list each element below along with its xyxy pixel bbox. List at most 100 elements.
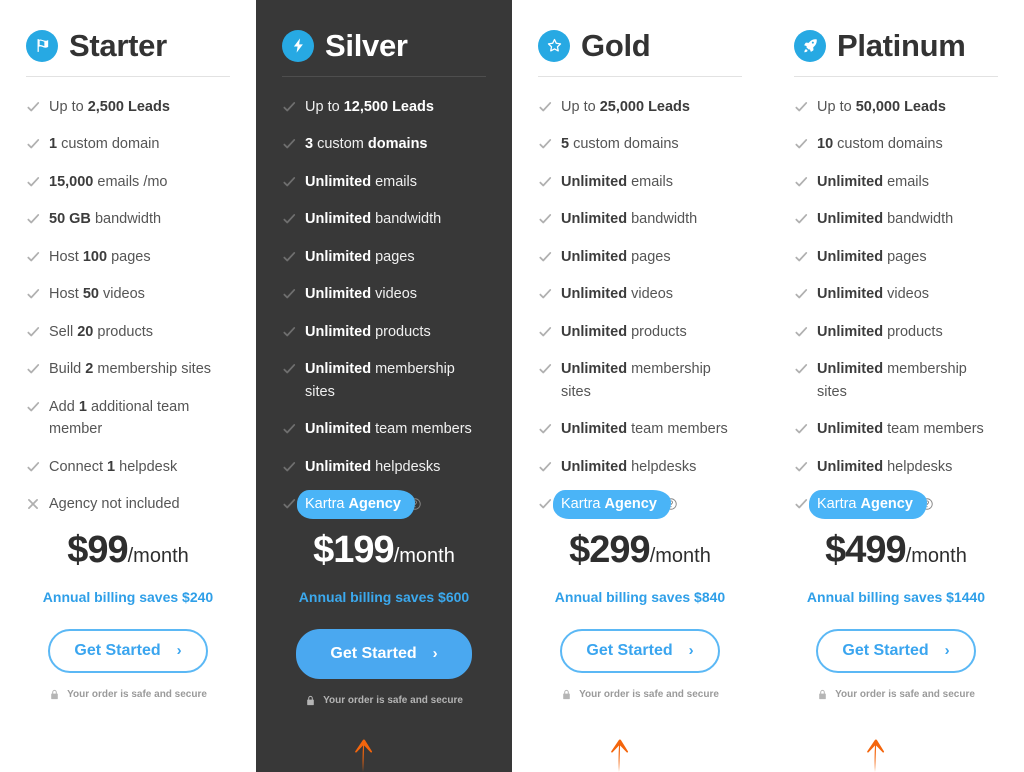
check-icon	[26, 362, 40, 376]
feature-label: Unlimited membership sites	[817, 361, 967, 400]
feature-item: Host 100 pages	[26, 246, 230, 268]
feature-item: Unlimited bandwidth	[794, 208, 998, 230]
feature-item-agency: Kartra Agency	[538, 490, 742, 519]
price-value: $99	[67, 528, 128, 571]
lock-icon	[49, 688, 60, 701]
plan-title: Gold	[581, 28, 651, 63]
price-amount: $299/month	[538, 531, 742, 569]
secure-notice: Your order is safe and secure	[26, 688, 230, 701]
get-started-label: Get Started	[74, 641, 161, 659]
feature-item: Unlimited membership sites	[538, 358, 742, 403]
plan-header: Silver	[282, 0, 486, 62]
plan-column-platinum: Platinum Up to 50,000 Leads 10 custom doma…	[768, 0, 1024, 772]
secure-notice: Your order is safe and secure	[282, 694, 486, 707]
feature-list: Up to 2,500 Leads 1 custom domain 15,000 e…	[26, 96, 230, 516]
feature-item: Unlimited products	[794, 321, 998, 343]
check-icon	[26, 175, 40, 189]
get-started-button[interactable]: Get Started ›	[560, 628, 720, 673]
feature-list: Up to 50,000 Leads 10 custom domains Unlim…	[794, 96, 998, 519]
secure-text: Your order is safe and secure	[835, 688, 975, 700]
feature-item: Up to 2,500 Leads	[26, 96, 230, 118]
feature-item: Unlimited videos	[794, 283, 998, 305]
check-icon	[794, 325, 808, 339]
plan-column-silver: Silver Up to 12,500 Leads 3 custom domains…	[256, 0, 512, 772]
feature-item: Add 1 additional team member	[26, 396, 230, 441]
annual-savings-note: Annual billing saves $600	[298, 588, 470, 605]
feature-item: Unlimited team members	[794, 418, 998, 440]
upward-arrow-annotation	[344, 724, 384, 772]
chevron-right-icon: ›	[176, 642, 182, 660]
lock-icon	[561, 688, 572, 701]
feature-label: Up to 25,000 Leads	[561, 99, 690, 115]
agency-label: Kartra Agency	[305, 496, 401, 513]
feature-label: Unlimited pages	[817, 248, 927, 265]
feature-label: Up to 2,500 Leads	[49, 99, 170, 115]
price-amount: $199/month	[282, 531, 486, 569]
feature-item: Unlimited pages	[794, 246, 998, 268]
price-block: $299/month Annual billing saves $840 Get S…	[538, 531, 742, 701]
feature-label: Build 2 membership sites	[49, 361, 212, 378]
feature-label: Unlimited bandwidth	[305, 211, 442, 228]
annual-savings-note: Annual billing saves $240	[42, 588, 214, 605]
price-period: /month	[127, 544, 189, 567]
feature-label: Kartra Agency	[809, 490, 998, 519]
pricing-table: Starter Up to 2,500 Leads 1 custom domain 1…	[0, 0, 1024, 772]
check-icon	[26, 287, 40, 301]
feature-label: Up to 50,000 Leads	[817, 99, 946, 115]
check-icon	[794, 362, 808, 376]
lock-icon	[817, 688, 828, 701]
feature-item: Unlimited videos	[282, 283, 486, 305]
get-started-button[interactable]: Get Started ›	[48, 628, 208, 673]
price-period: /month	[649, 544, 711, 567]
header-divider	[538, 76, 742, 77]
feature-item: Unlimited team members	[282, 418, 486, 440]
feature-item: Up to 50,000 Leads	[794, 96, 998, 118]
get-started-button[interactable]: Get Started ›	[816, 628, 976, 673]
feature-label: Unlimited pages	[561, 248, 671, 265]
feature-item: 10 custom domains	[794, 133, 998, 155]
feature-label: Unlimited emails	[305, 173, 417, 190]
feature-label: 50 GB bandwidth	[49, 211, 162, 228]
feature-label: Unlimited team members	[561, 421, 728, 438]
agency-highlight: Kartra Agency	[297, 490, 415, 519]
plan-header: Starter	[26, 0, 230, 62]
price-value: $499	[825, 528, 907, 571]
check-icon	[26, 250, 40, 264]
plan-header: Platinum	[794, 0, 998, 62]
check-icon	[282, 497, 296, 511]
check-icon	[282, 325, 296, 339]
price-period: /month	[905, 544, 967, 567]
plan-title: Silver	[325, 28, 408, 63]
feature-item: Sell 20 products	[26, 321, 230, 343]
feature-label: Unlimited membership sites	[305, 361, 455, 400]
feature-label: Unlimited pages	[305, 248, 415, 265]
feature-label: 15,000 emails /mo	[49, 173, 168, 190]
feature-item: Unlimited helpdesks	[538, 456, 742, 478]
check-icon	[538, 100, 552, 114]
check-icon	[794, 250, 808, 264]
feature-label: Unlimited emails	[817, 173, 929, 190]
secure-text: Your order is safe and secure	[67, 688, 207, 700]
price-block: $99/month Annual billing saves $240 Get St…	[26, 531, 230, 701]
check-icon	[26, 212, 40, 226]
feature-label: Unlimited emails	[561, 173, 673, 190]
feature-item: Up to 25,000 Leads	[538, 96, 742, 118]
feature-item: Agency not included	[26, 493, 230, 515]
get-started-label: Get Started	[842, 641, 929, 659]
cross-icon	[26, 497, 40, 511]
annual-savings-note: Annual billing saves $840	[554, 588, 726, 605]
get-started-button[interactable]: Get Started ›	[296, 628, 472, 679]
chevron-right-icon: ›	[432, 645, 438, 663]
check-icon	[538, 287, 552, 301]
star-icon	[538, 29, 570, 62]
feature-item: Unlimited products	[282, 321, 486, 343]
feature-item: Unlimited membership sites	[282, 358, 486, 403]
check-icon	[282, 137, 296, 151]
check-icon	[538, 422, 552, 436]
feature-label: Unlimited helpdesks	[817, 458, 953, 475]
secure-text: Your order is safe and secure	[323, 694, 463, 706]
feature-item: Unlimited pages	[282, 246, 486, 268]
feature-item: Unlimited products	[538, 321, 742, 343]
feature-item: Unlimited videos	[538, 283, 742, 305]
check-icon	[538, 460, 552, 474]
